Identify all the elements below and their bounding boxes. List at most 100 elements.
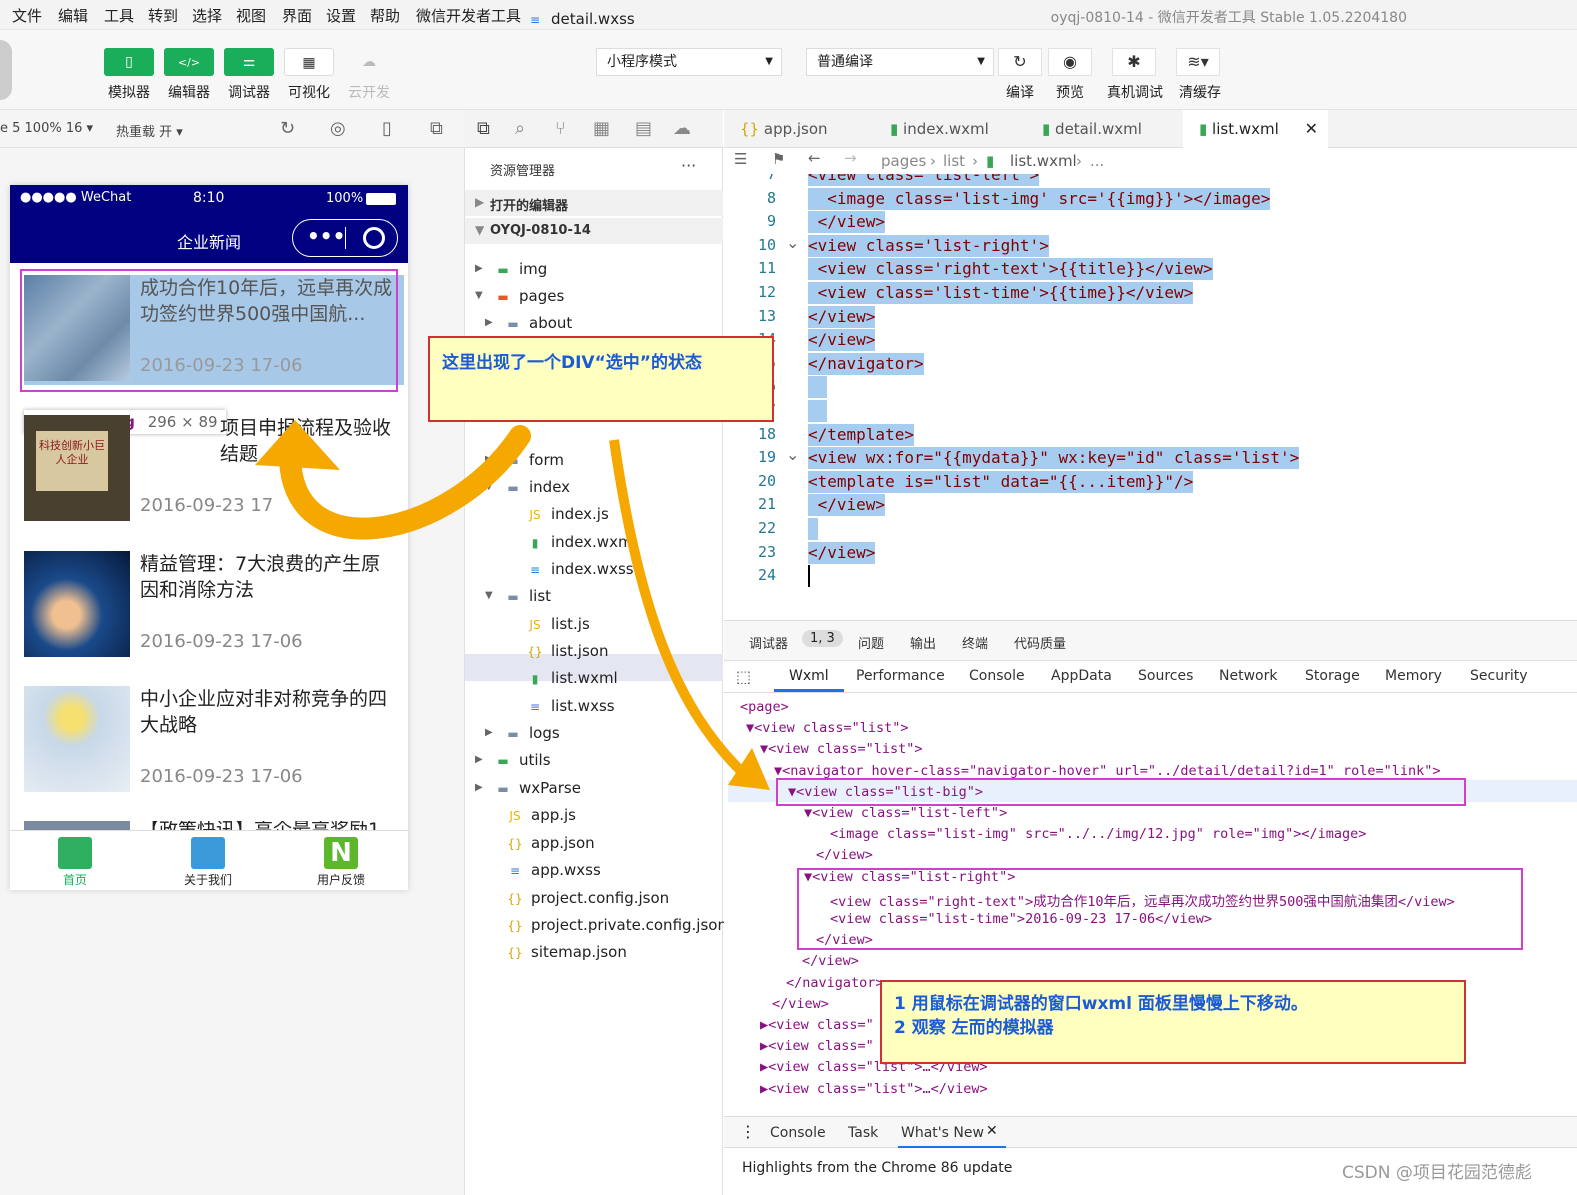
fold-icon[interactable]: ⌄ xyxy=(786,445,799,464)
tree-item-img[interactable]: ▶ ▬ img xyxy=(475,260,547,278)
drawer-tab-whats-new[interactable]: What's New xyxy=(901,1125,984,1141)
storage-icon[interactable]: ▤ xyxy=(635,118,652,139)
drawer-tab-task[interactable]: Task xyxy=(848,1125,878,1141)
menu-goto[interactable]: 转到 xyxy=(148,5,178,26)
tree-item-index-js[interactable]: JS index.js xyxy=(527,505,608,523)
tab-feedback[interactable]: N 用户反馈 xyxy=(296,837,386,888)
tab-issues[interactable]: 问题 xyxy=(858,633,884,652)
menu-view[interactable]: 视图 xyxy=(236,5,266,26)
chevron-right-icon[interactable]: ▶ xyxy=(485,454,493,465)
remote-debug-button[interactable]: ✱ xyxy=(1112,48,1156,76)
tree-item-app-js[interactable]: JS app.js xyxy=(507,806,576,824)
breadcrumb-pages[interactable]: pages xyxy=(881,152,926,170)
list-item[interactable]: 精益管理：7大浪费的产生原因和消除方法 2016-09-23 17-06 xyxy=(24,551,404,661)
chevron-down-icon[interactable]: ▼ xyxy=(485,481,493,492)
breadcrumb-more[interactable]: ... xyxy=(1090,152,1104,170)
more-icon[interactable]: ··· xyxy=(681,156,696,175)
tree-item-about[interactable]: ▶ ▬ about xyxy=(485,314,572,332)
wxml-node[interactable]: ▶<view class=" xyxy=(760,1017,874,1035)
device-select[interactable]: e 5 100% 16 ▾ xyxy=(0,121,93,136)
capsule-button[interactable]: ••• xyxy=(292,219,398,257)
wxml-node[interactable]: </view> xyxy=(816,847,873,863)
tree-item-app-wxss[interactable]: ≡ app.wxss xyxy=(507,861,601,879)
wxml-node[interactable]: ▼<view class="list"> xyxy=(760,741,923,757)
chevron-down-icon[interactable]: ▼ xyxy=(485,590,493,601)
cloud-icon[interactable]: ☁ xyxy=(673,118,691,139)
wxml-node[interactable]: </view> xyxy=(802,953,859,969)
editor-button[interactable]: </> xyxy=(164,48,214,76)
open-editors-section[interactable]: ▶ 打开的编辑器 xyxy=(465,190,723,216)
menu-select[interactable]: 选择 xyxy=(192,5,222,26)
chevron-right-icon[interactable]: ▶ xyxy=(485,317,493,328)
wxml-node[interactable]: ▼<navigator hover-class="navigator-hover… xyxy=(774,763,1440,779)
menu-help[interactable]: 帮助 xyxy=(370,5,400,26)
close-icon[interactable]: ✕ xyxy=(1305,110,1318,148)
search-icon[interactable]: ⌕ xyxy=(515,118,525,139)
tab-debugger[interactable]: 调试器 xyxy=(749,633,788,652)
wxml-node[interactable]: ▼<view class="list"> xyxy=(746,720,909,736)
files-icon[interactable]: ⧉ xyxy=(477,118,490,139)
avatar[interactable] xyxy=(0,40,12,100)
stop-icon[interactable]: ◎ xyxy=(330,118,346,139)
list-icon[interactable]: ☰ xyxy=(734,150,747,168)
tab-home[interactable]: 首页 xyxy=(30,837,120,888)
cloud-button[interactable]: ☁ xyxy=(344,48,394,76)
tree-item-wxparse[interactable]: ▶ ▬ wxParse xyxy=(475,779,581,797)
bookmark-icon[interactable]: ⚑ xyxy=(772,150,785,168)
chevron-down-icon[interactable]: ▼ xyxy=(475,290,483,301)
chevron-right-icon[interactable]: ▶ xyxy=(475,754,483,765)
extensions-icon[interactable]: ▦ xyxy=(593,118,610,139)
debugger-button[interactable]: ⚌ xyxy=(224,48,274,76)
tree-item-index[interactable]: ▼ ▬ index xyxy=(485,478,570,496)
wxml-node[interactable]: ▶<view class=" xyxy=(760,1038,874,1056)
wxml-node[interactable]: ▶<view class="list">…</view> xyxy=(760,1081,988,1099)
code-editor[interactable]: 7 <view class='list-left'> 8 <image class=… xyxy=(724,174,1577,620)
tab-app-json[interactable]: {} app.json xyxy=(724,110,872,148)
branch-icon[interactable]: ⑂ xyxy=(555,118,566,139)
tree-item-sitemap-json[interactable]: {} sitemap.json xyxy=(507,943,627,961)
close-icon[interactable]: ✕ xyxy=(986,1123,998,1139)
tree-item-utils[interactable]: ▶ ▬ utils xyxy=(475,751,551,769)
close-circle-icon[interactable] xyxy=(363,227,385,249)
chevron-right-icon[interactable]: ▶ xyxy=(475,782,483,793)
tree-item-index-wxss[interactable]: ≡ index.wxss xyxy=(527,560,634,578)
menu-interface[interactable]: 界面 xyxy=(282,5,312,26)
tree-item-pages[interactable]: ▼ ▬ pages xyxy=(475,287,564,305)
project-section[interactable]: ▼ OYQJ-0810-14 xyxy=(465,218,723,244)
chevron-right-icon[interactable]: ▶ xyxy=(475,263,483,274)
devtools-tab-performance[interactable]: Performance xyxy=(856,668,945,684)
mode-select[interactable]: 小程序模式 ▼ xyxy=(596,48,782,76)
tab-terminal[interactable]: 终端 xyxy=(962,633,988,652)
wxml-node[interactable]: <page> xyxy=(740,699,789,715)
devtools-tab-memory[interactable]: Memory xyxy=(1385,668,1442,684)
devtools-tab-wxml[interactable]: Wxml xyxy=(789,668,829,684)
list-item[interactable]: 中小企业应对非对称竞争的四大战略 2016-09-23 17-06 xyxy=(24,686,404,796)
devtools-tab-sources[interactable]: Sources xyxy=(1138,668,1193,684)
simulator-button[interactable]: ▯ xyxy=(104,48,154,76)
window-icon[interactable]: ⧉ xyxy=(430,118,443,139)
menu-tools[interactable]: 工具 xyxy=(104,5,134,26)
tab-list-wxml[interactable]: ▮ list.wxml ✕ xyxy=(1183,110,1328,148)
rotate-icon[interactable]: ↻ xyxy=(280,118,295,139)
tree-item-form[interactable]: ▶ ▬ form xyxy=(485,451,564,469)
devtools-tab-network[interactable]: Network xyxy=(1219,668,1277,684)
wxml-node[interactable]: </view> xyxy=(772,996,829,1012)
tab-index-wxml[interactable]: ▮ index.wxml xyxy=(874,110,1024,148)
devtools-tab-storage[interactable]: Storage xyxy=(1305,668,1360,684)
more-icon[interactable]: ••• xyxy=(307,224,345,248)
tab-output[interactable]: 输出 xyxy=(910,633,936,652)
menu-edit[interactable]: 编辑 xyxy=(58,5,88,26)
list-item[interactable]: 科技创新小巨人企业 项目申报流程及验收结题 2016-09-23 17 xyxy=(24,415,404,525)
devtools-tab-console[interactable]: Console xyxy=(969,668,1025,684)
menu-file[interactable]: 文件 xyxy=(12,5,42,26)
tree-item-logs[interactable]: ▶ ▬ logs xyxy=(485,724,560,742)
tree-item-project-config-json[interactable]: {} project.config.json xyxy=(507,889,669,907)
wxml-node[interactable]: ▼<view class="list-left"> xyxy=(804,805,1007,821)
preview-button[interactable]: ◉ xyxy=(1048,48,1092,76)
menu-settings[interactable]: 设置 xyxy=(326,5,356,26)
wxml-node[interactable]: </navigator> xyxy=(786,975,884,991)
tree-item-list-wxml[interactable]: ▮ list.wxml xyxy=(527,669,618,687)
menu-wechat-devtools[interactable]: 微信开发者工具 xyxy=(416,5,521,26)
fold-icon[interactable]: ⌄ xyxy=(786,233,799,252)
breadcrumb-list[interactable]: list xyxy=(943,152,965,170)
